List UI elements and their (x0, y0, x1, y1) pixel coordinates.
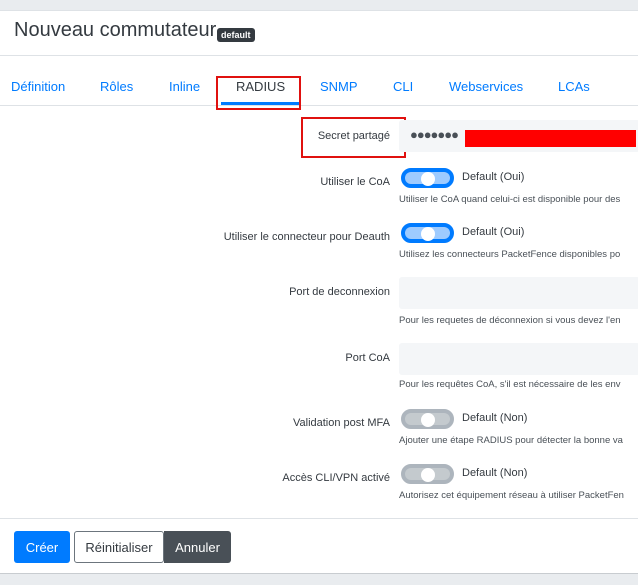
redaction-bar (465, 130, 636, 147)
coa-port-label: Port CoA (345, 352, 390, 364)
disconnect-port-help: Pour les requetes de déconnexion si vous… (399, 315, 621, 326)
deauth-toggle[interactable] (401, 223, 454, 243)
coa-label: Utiliser le CoA (320, 176, 390, 188)
coa-port-input[interactable] (399, 343, 638, 375)
create-button[interactable]: Créer (14, 531, 70, 563)
tab-definition[interactable]: Définition (11, 79, 65, 94)
switch-form-card: Nouveau commutateur default Définition R… (0, 10, 638, 574)
secret-label: Secret partagé (317, 130, 390, 142)
cli-vpn-toggle[interactable] (401, 464, 454, 484)
tab-cli[interactable]: CLI (393, 79, 413, 94)
annotation-box-radius-tab (216, 76, 301, 110)
cli-vpn-label: Accès CLI/VPN activé (282, 472, 390, 484)
tab-inline[interactable]: Inline (169, 79, 200, 94)
deauth-label: Utiliser le connecteur pour Deauth (223, 231, 390, 243)
form-footer: Créer Réinitialiser Annuler (0, 518, 638, 574)
reset-button[interactable]: Réinitialiser (74, 531, 164, 563)
tab-bar: Définition Rôles Inline RADIUS SNMP CLI … (0, 55, 638, 106)
disconnect-port-label: Port de deconnexion (289, 286, 390, 298)
page-title: Nouveau commutateur (14, 19, 217, 41)
card-header: Nouveau commutateur default (0, 11, 638, 56)
mfa-help: Ajouter une étape RADIUS pour détecter l… (399, 435, 623, 446)
top-strip (0, 0, 638, 10)
tab-lcas[interactable]: LCAs (558, 79, 590, 94)
coa-toggle-text: Default (Oui) (462, 171, 525, 183)
coa-toggle[interactable] (401, 168, 454, 188)
tab-webservices[interactable]: Webservices (449, 79, 523, 94)
disconnect-port-input[interactable] (399, 277, 638, 309)
cli-vpn-toggle-text: Default (Non) (462, 467, 528, 479)
mfa-label: Validation post MFA (292, 417, 390, 429)
mfa-toggle-text: Default (Non) (462, 412, 528, 424)
tab-roles[interactable]: Rôles (100, 79, 133, 94)
coa-help: Utiliser le CoA quand celui-ci est dispo… (399, 194, 621, 205)
cli-vpn-help: Autorisez cet équipement réseau à utilis… (399, 490, 624, 501)
tab-snmp[interactable]: SNMP (320, 79, 358, 94)
mfa-toggle[interactable] (401, 409, 454, 429)
cancel-button[interactable]: Annuler (164, 531, 231, 563)
deauth-help: Utilisez les connecteurs PacketFence dis… (399, 249, 621, 260)
deauth-toggle-text: Default (Oui) (462, 226, 525, 238)
tenant-badge: default (217, 28, 255, 42)
coa-port-help: Pour les requêtes CoA, s'il est nécessai… (399, 379, 621, 390)
secret-masked-value: ●●●●●●● (410, 127, 459, 142)
